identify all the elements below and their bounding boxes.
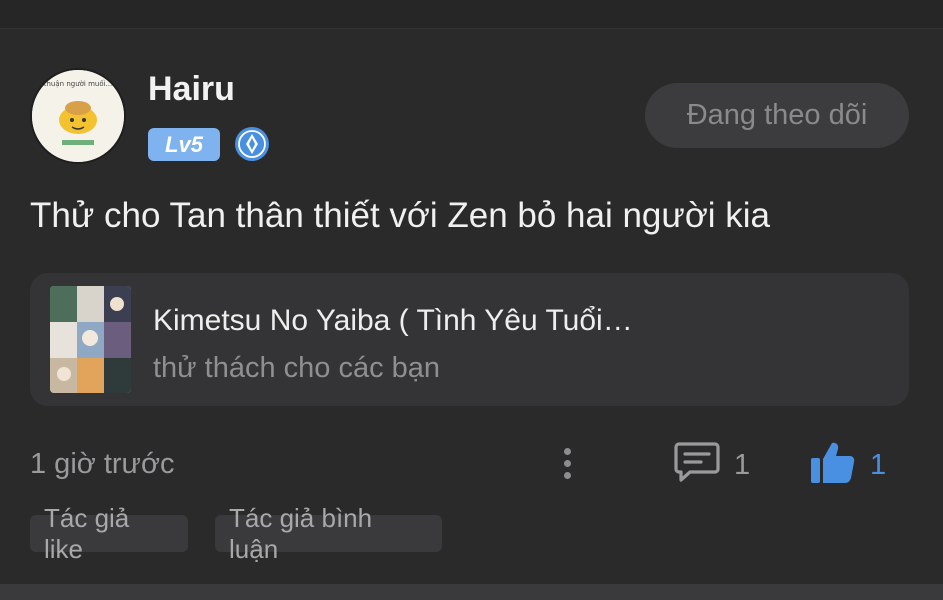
tag-author-commented: Tác giả bình luận [215, 503, 442, 564]
level-badge: Lv5 [148, 128, 220, 161]
avatar-caption: thuận người muối... [44, 80, 113, 88]
vertical-dots-icon [563, 447, 571, 455]
avatar[interactable]: thuận người muối... [30, 68, 126, 164]
thumbs-up-icon[interactable] [810, 440, 856, 484]
tag-author-liked: Tác giả like [30, 503, 188, 564]
post-timestamp: 1 giờ trước [30, 448, 175, 480]
more-options-button[interactable] [552, 440, 582, 486]
top-divider [0, 0, 943, 29]
username[interactable]: Hairu [148, 70, 235, 109]
bottom-divider [0, 584, 943, 600]
following-button[interactable]: Đang theo dõi [645, 83, 909, 148]
book-subtitle: thử thách cho các bạn [153, 352, 441, 384]
avatar-image: thuận người muối... [32, 70, 124, 162]
book-card[interactable]: Kimetsu No Yaiba ( Tình Yêu Tuổi… thử th… [30, 273, 909, 406]
like-count: 1 [870, 449, 887, 481]
comment-bubble-icon[interactable] [674, 441, 720, 483]
book-title: Kimetsu No Yaiba ( Tình Yêu Tuổi… [153, 304, 633, 337]
diamond-rank-icon [235, 127, 269, 161]
book-cover [50, 286, 131, 393]
comment-count: 1 [734, 449, 751, 481]
post-text: Thử cho Tan thân thiết với Zen bỏ hai ng… [30, 196, 771, 235]
